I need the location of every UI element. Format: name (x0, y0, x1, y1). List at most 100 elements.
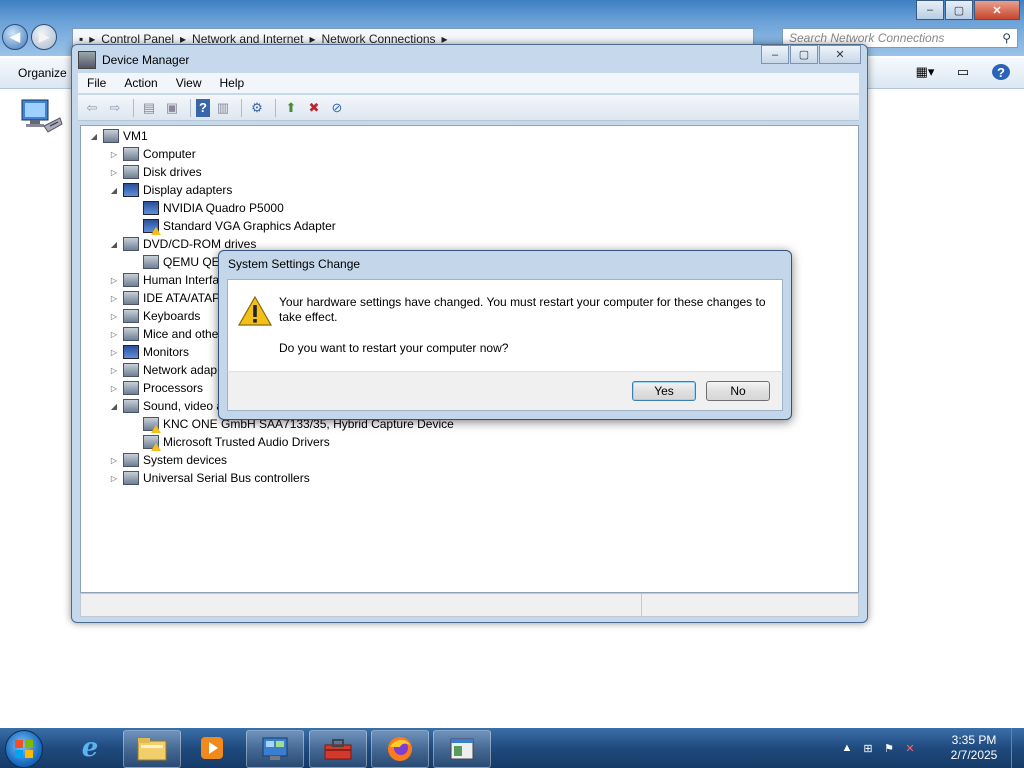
tree-category[interactable]: ▷ IDE ATA/ATAP (109, 289, 220, 307)
device-manager-icon (78, 51, 96, 69)
tree-category[interactable]: ▷ Universal Serial Bus controllers (109, 469, 310, 487)
menu-help[interactable]: Help (220, 76, 245, 90)
expand-arrow-icon[interactable]: ▷ (109, 294, 119, 303)
back-icon[interactable]: ⇦ (82, 99, 102, 117)
system-tray: ▲ ⊞ ⚑ ✕ (840, 728, 924, 768)
tree-root[interactable]: ◢ VM1 (89, 127, 148, 145)
internet-explorer-icon: e (81, 733, 99, 763)
collapse-arrow-icon[interactable]: ◢ (109, 402, 119, 411)
clock[interactable]: 3:35 PM 2/7/2025 (946, 733, 1002, 763)
disable-device-icon[interactable]: ⊘ (327, 99, 347, 117)
tree-category[interactable]: ◢ Sound, video a (109, 397, 223, 415)
monitor-icon (123, 345, 139, 359)
tree-category[interactable]: ▷ Network adap (109, 361, 217, 379)
yes-button[interactable]: Yes (632, 381, 696, 401)
forward-icon[interactable]: ⇨ (105, 99, 125, 117)
expand-arrow-icon[interactable]: ▷ (109, 150, 119, 159)
tree-category[interactable]: ▷ System devices (109, 451, 227, 469)
back-arrow-icon[interactable]: ◀ (2, 24, 28, 50)
internet-explorer-taskbar-button[interactable]: e (62, 730, 118, 766)
warning-icon (237, 295, 273, 326)
expand-arrow-icon[interactable]: ▷ (109, 348, 119, 357)
firefox-taskbar-button[interactable] (371, 730, 429, 768)
help-icon[interactable]: ? (992, 64, 1010, 80)
explorer-minimize-button[interactable]: – (916, 0, 944, 20)
tree-category[interactable]: ▷ Disk drives (109, 163, 202, 181)
explorer-close-button[interactable]: ✕ (974, 0, 1020, 20)
view-options-icon[interactable]: ▦▾ (916, 64, 935, 80)
tree-item-label: Display adapters (143, 183, 233, 197)
dm-maximize-button[interactable]: ▢ (790, 45, 818, 64)
tree-device[interactable]: NVIDIA Quadro P5000 (129, 199, 284, 217)
volume-muted-icon[interactable]: ✕ (903, 741, 917, 755)
computer-root-icon (103, 129, 119, 143)
tree-category[interactable]: ▷ Computer (109, 145, 196, 163)
ide-controller-icon (123, 291, 139, 305)
expand-arrow-icon[interactable]: ▷ (109, 330, 119, 339)
processor-icon (123, 381, 139, 395)
expand-arrow-icon[interactable]: ▷ (109, 312, 119, 321)
start-button[interactable] (5, 730, 43, 768)
tree-category[interactable]: ▷ Processors (109, 379, 203, 397)
network-tray-icon[interactable]: ⊞ (861, 741, 875, 755)
show-desktop-button[interactable] (1011, 728, 1024, 768)
menu-view[interactable]: View (176, 76, 202, 90)
search-icon[interactable]: ⚲ (1002, 31, 1011, 45)
windows-explorer-taskbar-button[interactable] (123, 730, 181, 768)
folder-icon (137, 738, 167, 761)
network-connection-icon[interactable] (20, 96, 64, 140)
warning-badge-icon (151, 227, 161, 235)
system-settings-change-dialog: System Settings Change Your hardware set… (218, 250, 792, 420)
tree-device[interactable]: Standard VGA Graphics Adapter (129, 217, 336, 235)
media-player-taskbar-button[interactable] (184, 730, 240, 766)
sound-icon (123, 399, 139, 413)
toolbar-separator (190, 98, 191, 117)
warning-badge-icon (151, 443, 161, 451)
expand-arrow-icon[interactable]: ▷ (109, 276, 119, 285)
tree-category[interactable]: ▷ Monitors (109, 343, 189, 361)
update-driver-icon[interactable]: ⬆ (281, 99, 301, 117)
tree-item-label: Microsoft Trusted Audio Drivers (163, 435, 330, 449)
network-control-taskbar-button[interactable] (246, 730, 304, 768)
tree-device[interactable]: QEMU QEM (129, 253, 230, 271)
show-hide-console-tree-icon[interactable]: ▤ (139, 99, 159, 117)
action-pane-icon[interactable]: ▥ (213, 99, 233, 117)
menu-action[interactable]: Action (124, 76, 157, 90)
expand-arrow-icon[interactable]: ▷ (109, 168, 119, 177)
forward-arrow-icon[interactable]: ▶ (31, 24, 57, 50)
help-icon[interactable]: ? (196, 98, 210, 117)
firefox-icon (388, 737, 412, 761)
scan-hardware-icon[interactable]: ⚙ (247, 99, 267, 117)
uninstall-device-icon[interactable]: ✖ (304, 99, 324, 117)
explorer-maximize-button[interactable]: ▢ (945, 0, 973, 20)
device-manager-taskbar-button[interactable] (433, 730, 491, 768)
mouse-icon (123, 327, 139, 341)
expand-arrow-icon[interactable]: ▷ (109, 366, 119, 375)
organize-button[interactable]: Organize (18, 66, 67, 80)
action-center-flag-icon[interactable]: ⚑ (882, 741, 896, 755)
dm-close-button[interactable]: ✕ (819, 45, 861, 64)
expand-arrow-icon[interactable]: ▷ (109, 456, 119, 465)
no-button[interactable]: No (706, 381, 770, 401)
tree-category[interactable]: ▷ Human Interfa (109, 271, 219, 289)
search-placeholder: Search Network Connections (789, 31, 945, 45)
collapse-arrow-icon[interactable]: ◢ (109, 240, 119, 249)
preview-pane-icon[interactable]: ▭ (954, 64, 972, 80)
expand-arrow-icon[interactable]: ▷ (109, 474, 119, 483)
dm-minimize-button[interactable]: – (761, 45, 789, 64)
tree-device[interactable]: Microsoft Trusted Audio Drivers (129, 433, 330, 451)
show-hidden-icons-icon[interactable]: ▲ (840, 741, 854, 755)
collapse-arrow-icon[interactable]: ◢ (109, 186, 119, 195)
toolbox-taskbar-button[interactable] (309, 730, 367, 768)
status-bar-pane (641, 594, 858, 616)
taskbar: e ▲ ⊞ ⚑ ✕ 3:35 PM 2/7/2025 (0, 728, 1024, 768)
menu-file[interactable]: File (87, 76, 106, 90)
tree-item-label: Disk drives (143, 165, 202, 179)
tree-category[interactable]: ◢ Display adapters (109, 181, 232, 199)
collapse-arrow-icon[interactable]: ◢ (89, 132, 99, 141)
expand-arrow-icon[interactable]: ▷ (109, 384, 119, 393)
tree-item-label: Universal Serial Bus controllers (143, 471, 310, 485)
tree-category[interactable]: ▷ Keyboards (109, 307, 200, 325)
tree-category[interactable]: ▷ Mice and othe (109, 325, 218, 343)
properties-icon[interactable]: ▣ (162, 99, 182, 117)
